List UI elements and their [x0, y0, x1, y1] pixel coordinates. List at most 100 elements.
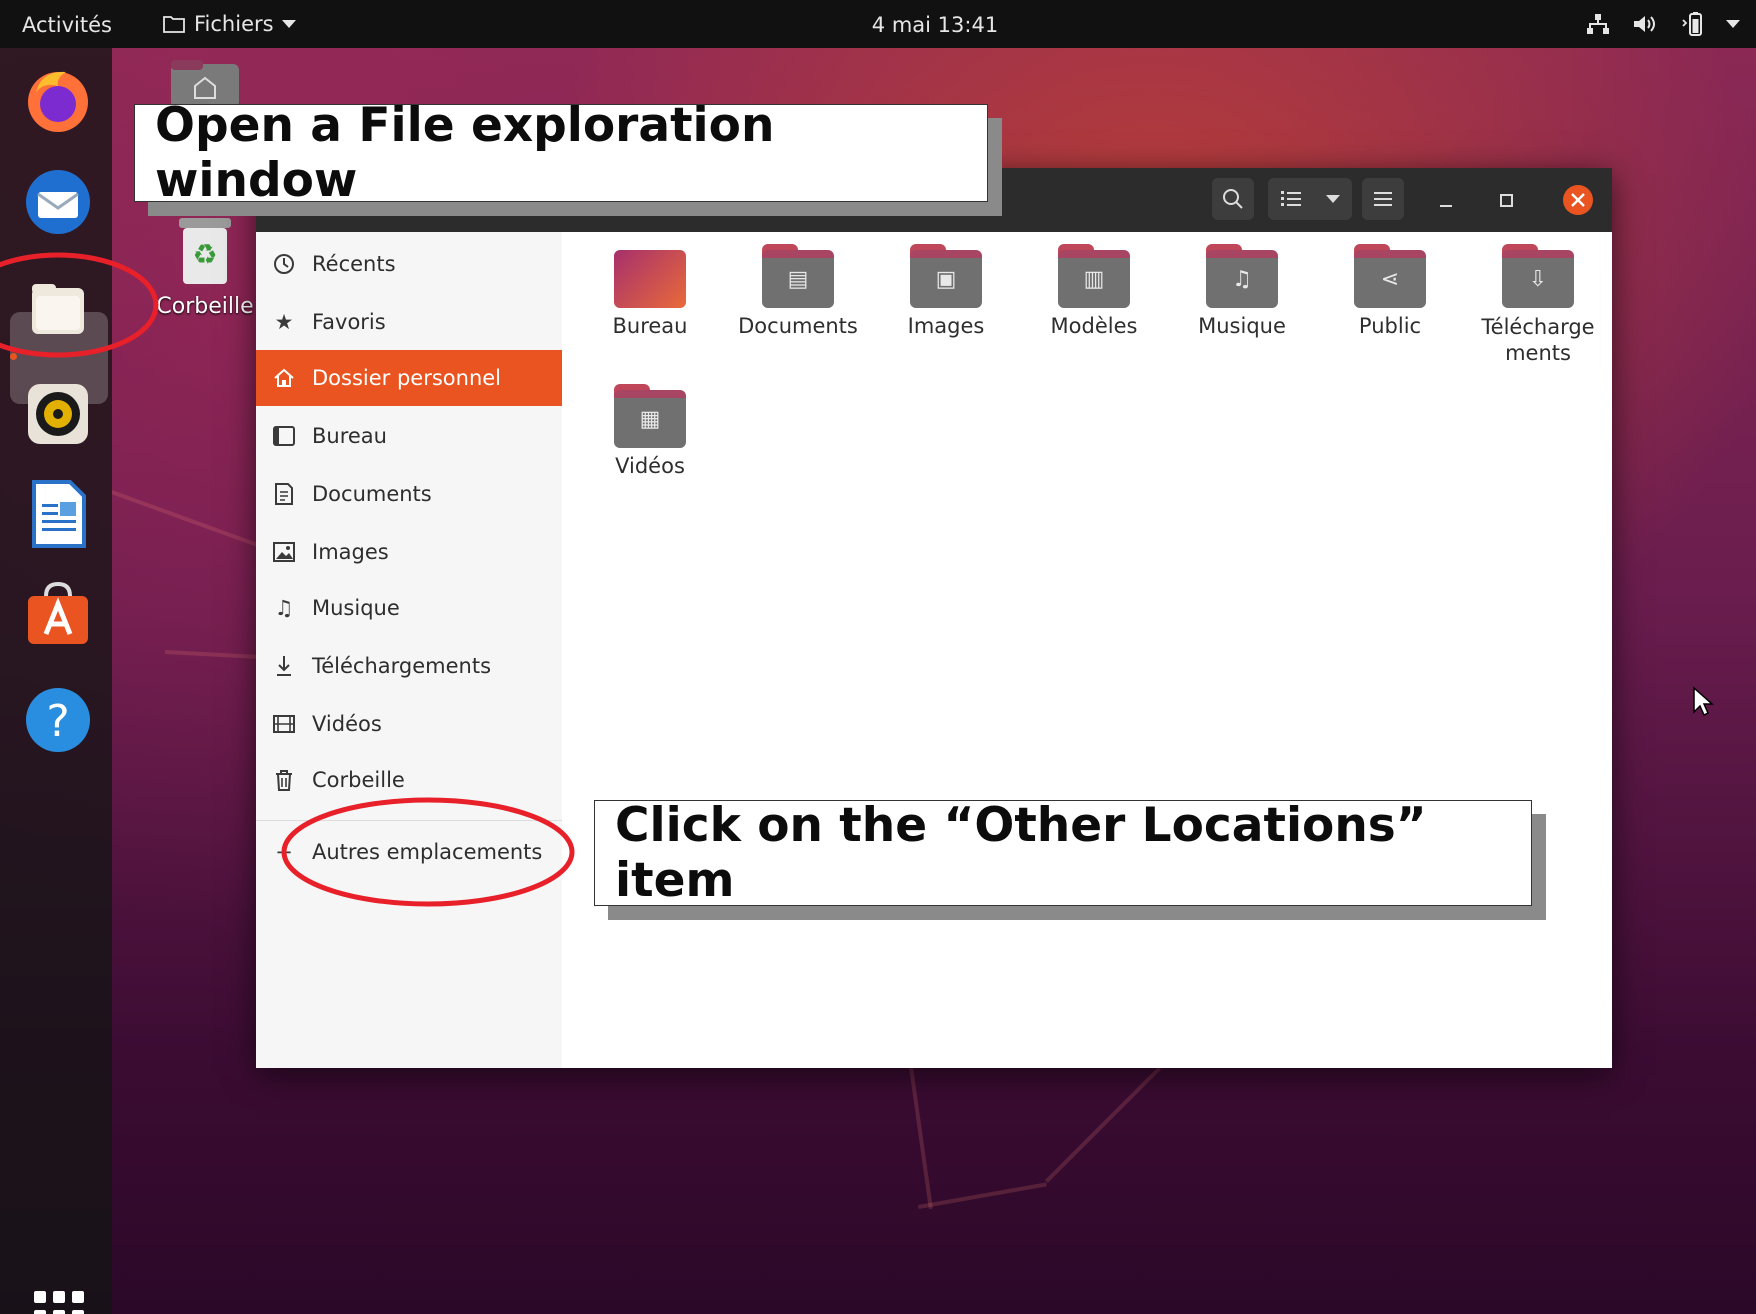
documents-folder-icon: ▤ [762, 250, 834, 308]
desktop-screen: Activités Fichiers 4 mai 13:41 ? ♻ Corbe… [0, 0, 1756, 1314]
folder-label: Images [907, 314, 985, 338]
plus-icon: + [275, 840, 293, 864]
callout-open-file-window: Open a File exploration window [134, 98, 988, 208]
music-icon: ♫ [274, 596, 294, 620]
folder-videos[interactable]: ▦ Vidéos [580, 384, 720, 478]
sidebar-item-label: Documents [312, 482, 432, 506]
sidebar-item-label: Bureau [312, 424, 387, 448]
folder-label: Public [1358, 314, 1422, 338]
sidebar-item-other-locations[interactable]: + Autres emplacements [256, 824, 562, 880]
desktop-icon [256, 425, 312, 447]
sidebar-item-favorites[interactable]: ★ Favoris [256, 294, 562, 350]
sidebar-item-label: Vidéos [312, 712, 382, 736]
clock[interactable]: 4 mai 13:41 [0, 0, 1756, 48]
libreoffice-writer-icon[interactable] [22, 478, 94, 550]
folder-desktop[interactable]: Bureau [580, 244, 720, 338]
templates-folder-icon: ▥ [1058, 250, 1130, 308]
hamburger-menu-icon [1374, 192, 1392, 206]
folder-view: Bureau ▤ Documents ▣ Images ▥ Modèles ♫ … [562, 232, 1612, 1068]
sidebar-item-images[interactable]: Images [256, 524, 562, 580]
folder-label: Bureau [612, 314, 688, 338]
help-icon[interactable]: ? [22, 684, 94, 756]
sidebar-separator [256, 820, 562, 821]
folder-label: Télécharge ments [1481, 315, 1595, 365]
rhythmbox-icon[interactable] [22, 378, 94, 450]
videos-folder-icon: ▦ [614, 390, 686, 448]
home-icon [256, 366, 312, 390]
folder-label: Documents [738, 314, 858, 338]
sidebar-item-label: Favoris [312, 310, 386, 334]
close-icon[interactable] [1562, 184, 1594, 216]
folder-label: Vidéos [615, 454, 685, 478]
volume-icon [1634, 16, 1655, 32]
folder-public[interactable]: ⋖ Public [1320, 244, 1460, 338]
sidebar-item-label: Récents [312, 252, 396, 276]
trash-icon [256, 768, 312, 792]
dock: ? [0, 48, 112, 1314]
images-folder-icon: ▣ [910, 250, 982, 308]
sidebar-item-label: Corbeille [312, 768, 405, 792]
desktop-trash-label: Corbeille [156, 294, 254, 319]
music-folder-icon: ♫ [1206, 250, 1278, 308]
wallpaper-line [1045, 1066, 1161, 1183]
svg-text:♻: ♻ [192, 238, 217, 271]
sidebar-item-home[interactable]: Dossier personnel [256, 350, 562, 406]
downloads-folder-icon: ⇩ [1502, 250, 1574, 308]
running-indicator [10, 353, 17, 360]
document-icon [256, 482, 312, 506]
list-view-icon [1281, 191, 1301, 206]
file-manager-window: Récents ★ Favoris Dossier personnel Bure… [256, 168, 1612, 1068]
public-folder-icon: ⋖ [1354, 250, 1426, 308]
maximize-icon[interactable] [1498, 190, 1516, 210]
sidebar-item-videos[interactable]: Vidéos [256, 696, 562, 752]
thunderbird-icon[interactable] [22, 166, 94, 238]
folder-images[interactable]: ▣ Images [876, 244, 1016, 338]
minimize-icon[interactable] [1438, 190, 1456, 210]
download-icon [256, 654, 312, 678]
sidebar-item-documents[interactable]: Documents [256, 466, 562, 522]
folder-label: Modèles [1050, 314, 1138, 338]
sidebar-item-label: Images [312, 540, 389, 564]
sidebar-item-music[interactable]: ♫ Musique [256, 580, 562, 636]
callout-other-locations: Click on the “Other Locations” item [594, 798, 1532, 908]
top-bar: Activités Fichiers 4 mai 13:41 [0, 0, 1756, 48]
system-tray[interactable] [1586, 0, 1740, 48]
desktop-trash[interactable]: ♻ Corbeille [150, 216, 260, 319]
files-app-icon[interactable] [22, 274, 94, 346]
software-store-icon[interactable] [22, 578, 94, 650]
wallpaper-line [918, 1182, 1047, 1209]
svg-text:?: ? [46, 696, 69, 747]
search-button[interactable] [1212, 178, 1254, 220]
show-applications-icon[interactable] [34, 1291, 84, 1314]
folder-downloads[interactable]: ⇩ Télécharge ments [1468, 244, 1608, 366]
folder-label: Musique [1198, 314, 1286, 338]
menu-button[interactable] [1362, 178, 1404, 220]
battery-icon [1682, 12, 1702, 36]
sidebar-item-label: Dossier personnel [312, 366, 502, 390]
network-icon [1587, 14, 1609, 34]
mouse-pointer-icon [1693, 686, 1714, 717]
search-icon [1223, 189, 1243, 209]
folder-templates[interactable]: ▥ Modèles [1024, 244, 1164, 338]
sidebar-item-downloads[interactable]: Téléchargements [256, 638, 562, 694]
clock-icon [256, 252, 312, 276]
firefox-icon[interactable] [22, 64, 94, 136]
desktop-folder-icon [614, 250, 686, 308]
video-icon [256, 713, 312, 735]
sidebar-item-label: Musique [312, 596, 400, 620]
folder-music[interactable]: ♫ Musique [1172, 244, 1312, 338]
sidebar-item-recents[interactable]: Récents [256, 236, 562, 292]
sidebar-item-label: Téléchargements [312, 654, 492, 678]
sidebar-item-label: Autres emplacements [312, 840, 543, 864]
system-menu-chevron-icon [1726, 20, 1740, 28]
trash-icon: ♻ [179, 218, 231, 284]
places-sidebar: Récents ★ Favoris Dossier personnel Bure… [256, 232, 563, 1068]
sidebar-item-desktop[interactable]: Bureau [256, 408, 562, 464]
sidebar-item-trash[interactable]: Corbeille [256, 752, 562, 808]
view-toggle-button[interactable] [1268, 178, 1352, 220]
image-icon [256, 541, 312, 563]
wallpaper-line [908, 1060, 933, 1210]
star-icon: ★ [274, 310, 294, 334]
view-options-chevron-icon [1326, 195, 1340, 203]
folder-documents[interactable]: ▤ Documents [728, 244, 868, 338]
